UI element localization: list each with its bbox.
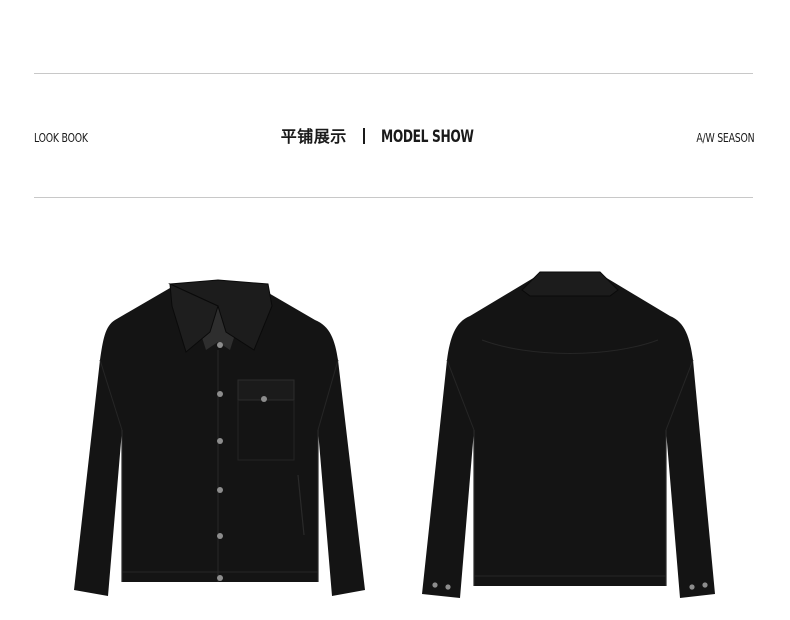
section-title: 平铺展示 MODEL SHOW [0,126,790,148]
bottom-divider [34,197,753,198]
title-separator [362,128,365,144]
jacket-front-image [74,279,365,596]
top-divider [34,73,753,74]
section-title-cn: 平铺展示 [280,129,347,146]
section-title-en: MODEL SHOW [380,127,474,147]
season-label: A/W SEASON [695,131,754,145]
jacket-back-image [422,271,715,598]
